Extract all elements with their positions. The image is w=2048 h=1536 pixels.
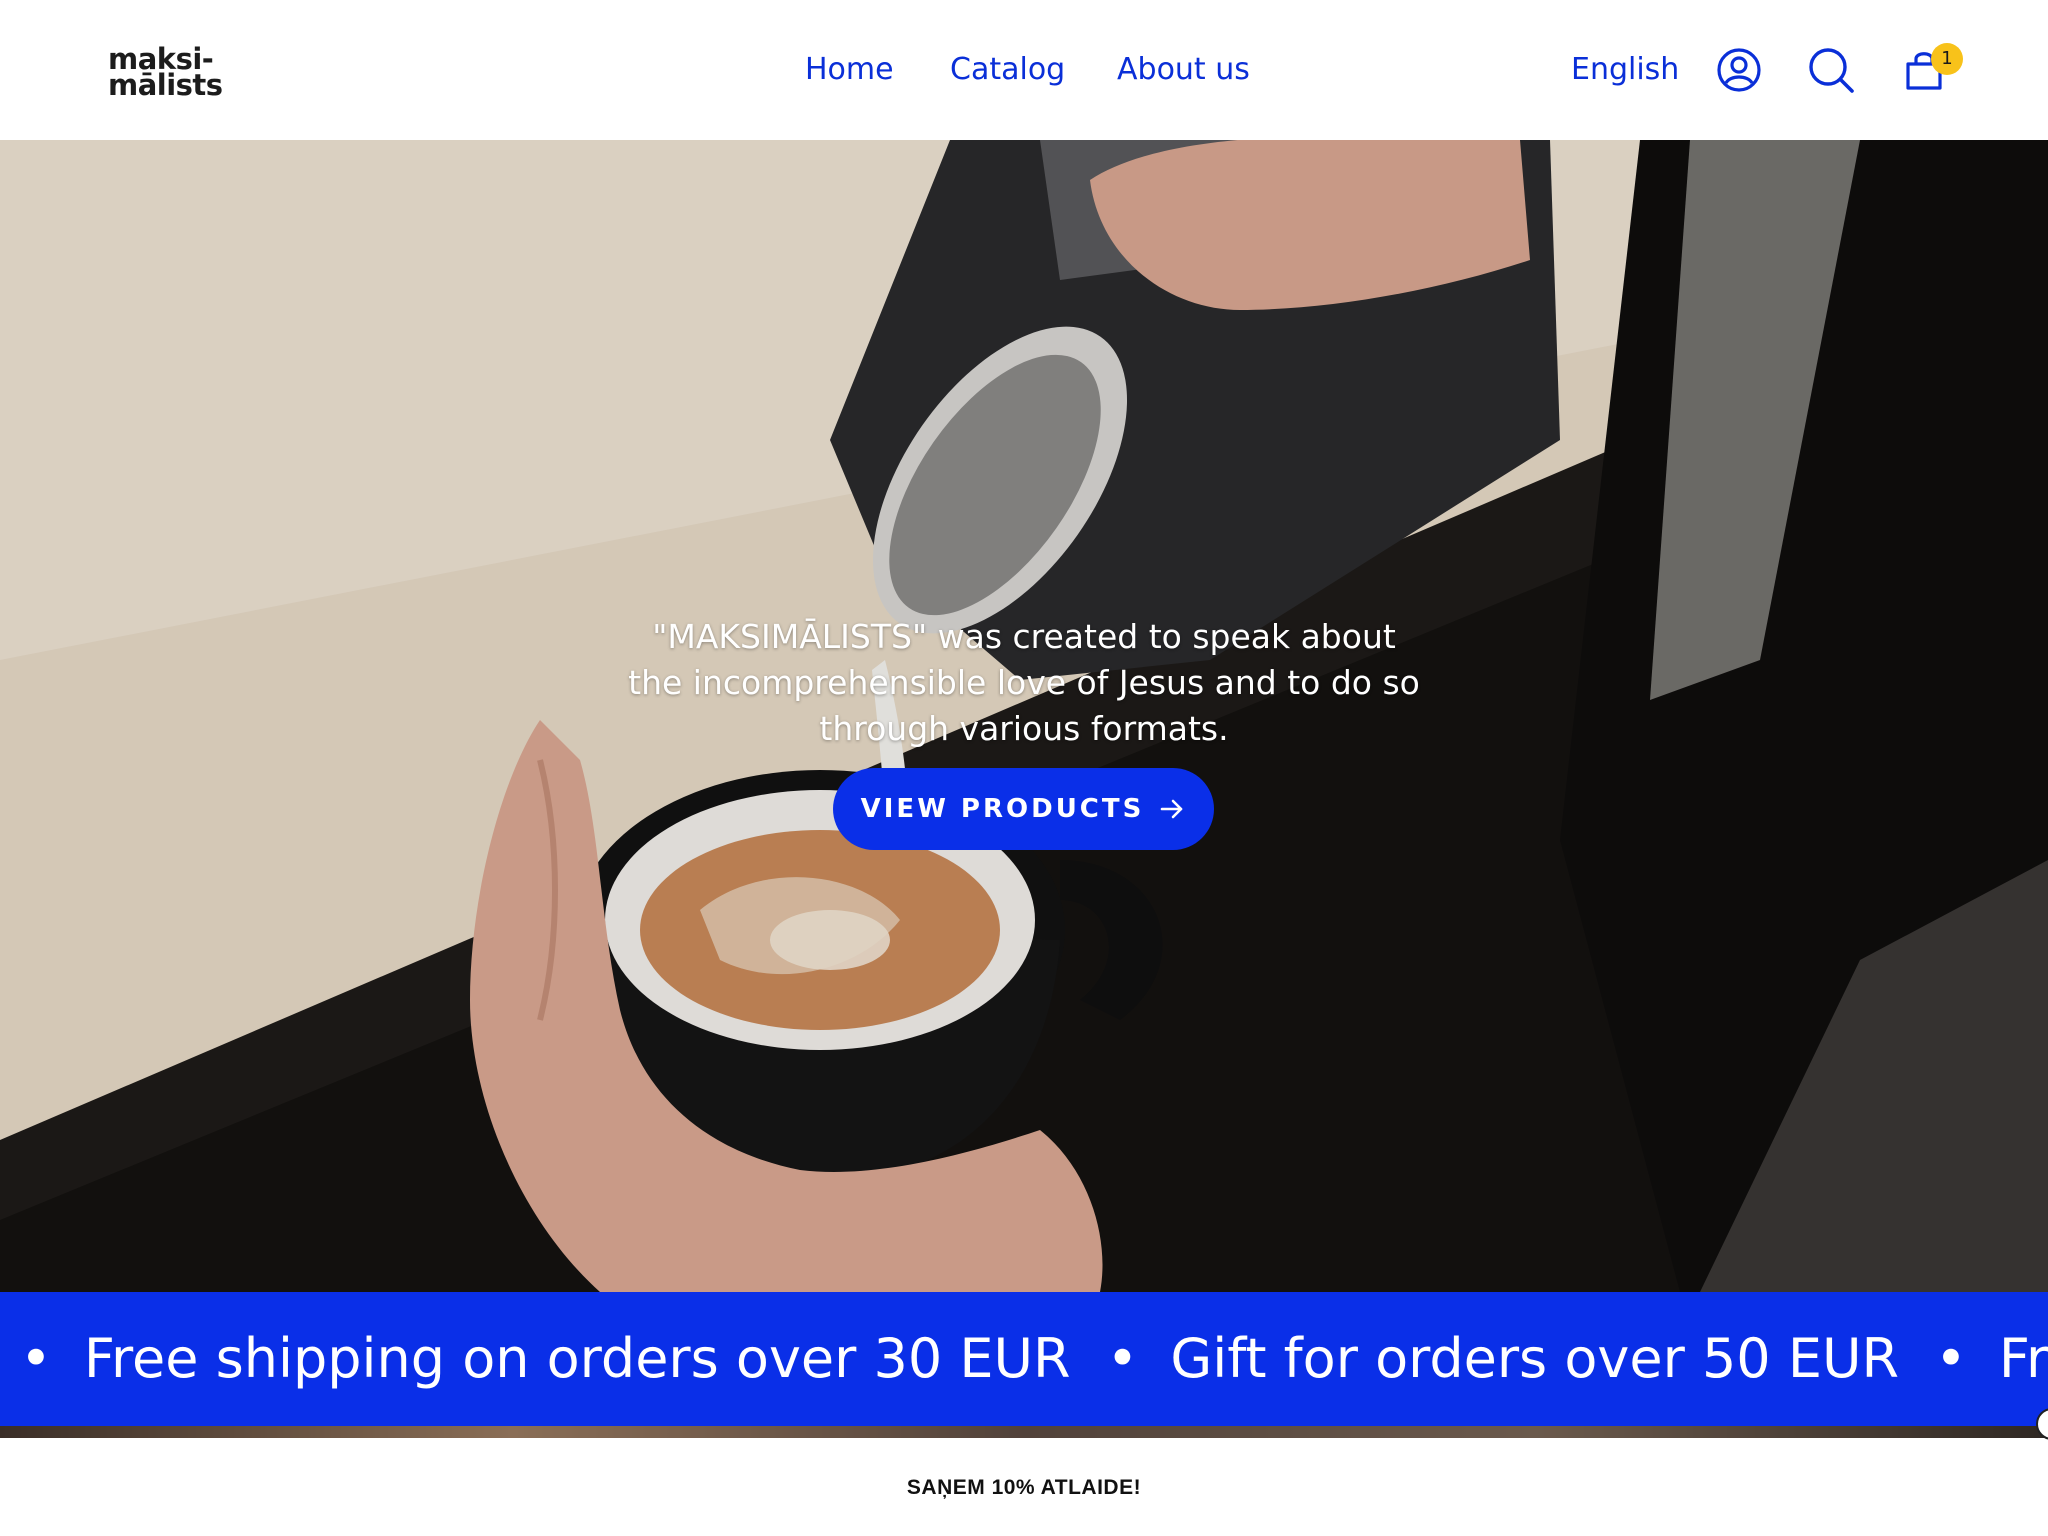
view-products-button[interactable]: VIEW PRODUCTS (833, 768, 1214, 850)
site-header: maksi- mālists Home Catalog About us Eng… (0, 0, 2048, 140)
view-products-label: VIEW PRODUCTS (860, 794, 1145, 824)
nav-home-link[interactable]: Home (805, 52, 894, 87)
marquee-bullet: • (20, 1327, 52, 1390)
language-selector[interactable]: English (1571, 52, 1679, 87)
account-button[interactable] (1715, 46, 1763, 94)
search-icon (1809, 48, 1854, 93)
nav-about-link[interactable]: About us (1117, 52, 1250, 87)
next-section-preview (0, 1426, 2048, 1438)
discount-promo-bar[interactable]: SAŅEM 10% ATLAIDE! (0, 1438, 2048, 1536)
promo-text: SAŅEM 10% ATLAIDE! (906, 1476, 1142, 1499)
hero-tagline: "MAKSIMĀLISTS" was created to speak abou… (628, 617, 1420, 748)
search-button[interactable] (1807, 46, 1855, 94)
marquee-bullet: • (1106, 1327, 1139, 1390)
marquee-item: Free shippi (1998, 1327, 2048, 1390)
nav-catalog-link[interactable]: Catalog (950, 52, 1065, 87)
marquee-item: Gift for orders over 50 EUR (1170, 1327, 1899, 1390)
arrow-right-icon (1161, 799, 1183, 819)
cart-count-badge: 1 (1931, 43, 1963, 75)
marquee-item: Free shipping on orders over 30 EUR (83, 1327, 1071, 1390)
announcement-marquee: • Free shipping on orders over 30 EUR • Gif… (0, 1292, 2048, 1426)
marquee-bullet: • (1934, 1327, 1967, 1390)
hero-banner: "MAKSIMĀLISTS" was created to speak abou… (0, 140, 2048, 1292)
account-icon (1717, 48, 1761, 92)
marquee-track: • Free shipping on orders over 30 EUR • Gif… (20, 1324, 2048, 1394)
